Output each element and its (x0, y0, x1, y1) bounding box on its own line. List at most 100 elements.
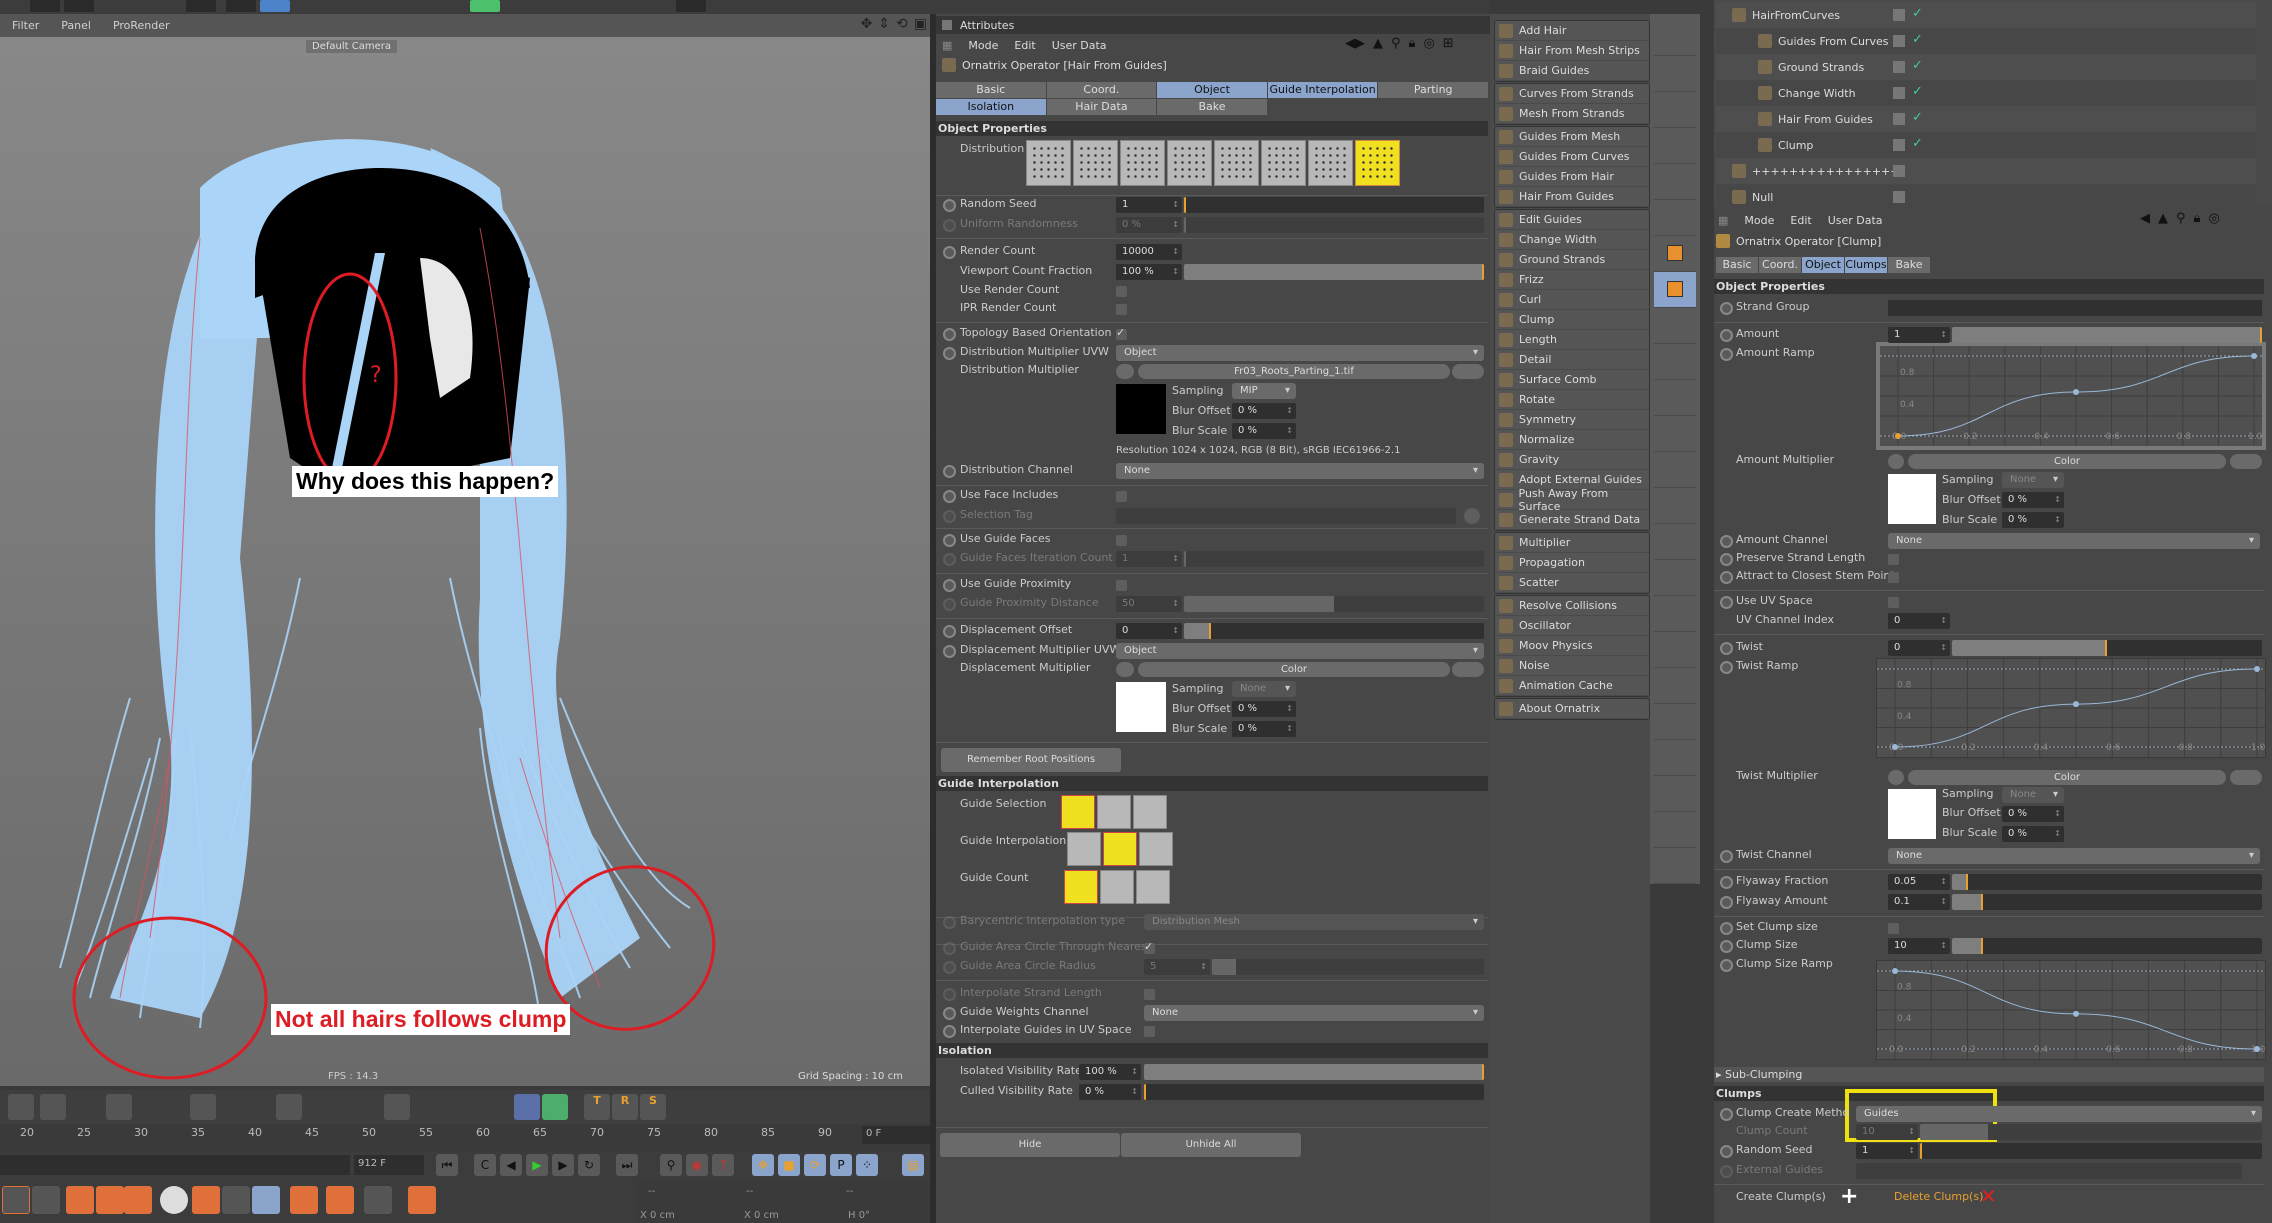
tab-parting[interactable]: Parting (1378, 82, 1488, 98)
area-circle-radius-slider[interactable] (1212, 959, 1484, 975)
viewport-count-slider[interactable] (1184, 264, 1484, 280)
cube-primitive-icon[interactable] (260, 0, 290, 12)
visibility-toggle[interactable] (1893, 61, 1905, 73)
animate-radio[interactable] (1720, 348, 1733, 361)
animate-radio[interactable] (1720, 1165, 1733, 1178)
guide-proximity-distance-slider[interactable] (1184, 596, 1484, 612)
ramp-knot[interactable] (1895, 433, 1901, 439)
palette-tool-icon[interactable] (1654, 740, 1696, 776)
menu-item[interactable]: Hair From Mesh Strips (1495, 41, 1649, 61)
ramp-knot[interactable] (2073, 389, 2079, 395)
animate-radio[interactable] (943, 328, 956, 341)
guide-weights-dropdown[interactable]: None (1144, 1005, 1484, 1021)
twist-field[interactable]: 0 (1888, 640, 1950, 656)
flyaway-amount-slider[interactable] (1952, 894, 2262, 910)
sampling-dropdown[interactable]: MIP (1232, 383, 1296, 399)
animate-radio[interactable] (943, 1007, 956, 1020)
next-frame-button[interactable]: ▶ (552, 1154, 574, 1176)
distribution-uniform[interactable] (1026, 140, 1071, 186)
blue-triangle-icon[interactable] (514, 1094, 540, 1120)
tab-coord[interactable]: Coord. (1759, 257, 1801, 273)
palette-tool-icon[interactable] (1654, 92, 1696, 128)
delete-clumps-button[interactable]: ✕ (1980, 1184, 2010, 1214)
animate-radio[interactable] (943, 347, 956, 360)
strand-group-field[interactable] (1888, 300, 2262, 316)
add-material-icon[interactable] (192, 1186, 220, 1214)
goto-end-button[interactable]: ⏭ (616, 1154, 638, 1176)
menu-item[interactable]: Normalize (1495, 430, 1649, 450)
next-key-button[interactable]: ↻ (578, 1154, 600, 1176)
animate-radio[interactable] (943, 625, 956, 638)
menu-item[interactable]: Detail (1495, 350, 1649, 370)
target-icon[interactable]: ◎ (2208, 211, 2219, 226)
sampling-dropdown[interactable]: None (1232, 681, 1296, 697)
twist-channel-dropdown[interactable]: None (1888, 848, 2260, 864)
menu-edit[interactable]: Edit (1790, 214, 1811, 227)
select-grid-icon[interactable] (276, 1094, 302, 1120)
visibility-toggle[interactable] (1893, 113, 1905, 125)
hide-button[interactable]: Hide (940, 1133, 1120, 1157)
move-tool-icon[interactable] (30, 0, 60, 12)
arrow-tool-icon[interactable] (676, 0, 706, 12)
distribution-random-area[interactable] (1120, 140, 1165, 186)
shader-browse-button[interactable] (1452, 662, 1484, 677)
back-arrow-icon[interactable]: ◀▶ (1345, 36, 1365, 51)
use-guide-faces-checkbox[interactable] (1116, 535, 1127, 546)
menu-item[interactable]: Multiplier (1495, 533, 1649, 553)
animate-radio[interactable] (1720, 1108, 1733, 1121)
use-render-count-checkbox[interactable] (1116, 286, 1127, 297)
palette-tool-icon[interactable] (1654, 20, 1696, 56)
key-position-button[interactable]: ✥ (752, 1154, 774, 1176)
animate-radio[interactable] (1720, 896, 1733, 909)
guide-selection-area[interactable] (1133, 795, 1167, 829)
menu-edit[interactable]: Edit (1014, 39, 1035, 52)
shader-options-button[interactable] (1116, 364, 1134, 379)
frame-range-slider[interactable] (0, 1155, 350, 1175)
menu-item[interactable]: Curl (1495, 290, 1649, 310)
sort-az-icon[interactable] (124, 1186, 152, 1214)
external-guides-field[interactable] (1856, 1163, 2242, 1179)
ramp-knot[interactable] (2073, 1010, 2079, 1017)
amount-mult-color-button[interactable]: Color (1908, 454, 2226, 469)
guide-faces-iter-slider[interactable] (1184, 551, 1484, 567)
animate-radio[interactable] (943, 942, 956, 955)
prev-key-button[interactable]: C (474, 1154, 496, 1176)
palette-tool-icon[interactable] (1654, 200, 1696, 236)
menu-item[interactable]: Push Away From Surface (1495, 487, 1649, 513)
coord-h-field[interactable]: H 0° (848, 1210, 870, 1221)
displacement-offset-slider[interactable] (1184, 623, 1484, 639)
twist-ramp-editor[interactable]: 0.00.20.40.60.81.00.80.4 (1876, 649, 2266, 758)
menu-item[interactable]: Guides From Hair (1495, 167, 1649, 187)
pan-icon[interactable]: ✥ (861, 16, 873, 32)
palette-tool-icon[interactable] (1654, 776, 1696, 812)
blur-scale-field[interactable]: 0 % (2002, 512, 2064, 528)
menu-item[interactable]: Propagation (1495, 553, 1649, 573)
amount-slider[interactable] (1952, 327, 2262, 343)
blur-scale-field[interactable]: 0 % (1232, 721, 1296, 737)
trs-tool-icon[interactable]: T (584, 1094, 610, 1120)
texture-icon[interactable] (408, 1186, 436, 1214)
render-picture-icon[interactable] (226, 0, 256, 12)
palette-tool-icon[interactable] (1654, 632, 1696, 668)
green-triangle-icon[interactable] (542, 1094, 568, 1120)
menu-panel[interactable]: Panel (61, 19, 91, 32)
rotate-r-icon[interactable]: R (612, 1094, 638, 1120)
clump-create-method-dropdown[interactable]: Guides (1856, 1106, 2262, 1122)
palette-tool-icon[interactable] (1654, 416, 1696, 452)
isolated-vis-rate-slider[interactable] (1144, 1064, 1484, 1080)
use-guide-proximity-checkbox[interactable] (1116, 580, 1127, 591)
up-arrow-icon[interactable]: ▲ (1373, 36, 1383, 51)
menu-filter[interactable]: Filter (12, 19, 39, 32)
material-icon[interactable] (2, 1186, 30, 1214)
visibility-toggle[interactable] (1893, 87, 1905, 99)
animate-radio[interactable] (1720, 959, 1733, 972)
use-face-includes-checkbox[interactable] (1116, 491, 1127, 502)
palette-tool-icon[interactable] (1654, 596, 1696, 632)
palette-tool-icon[interactable] (1654, 164, 1696, 200)
displacement-offset-field[interactable]: 0 (1116, 623, 1182, 639)
distribution-vertex[interactable] (1214, 140, 1259, 186)
enabled-check-icon[interactable]: ✓ (1912, 58, 1923, 73)
animate-radio[interactable] (1720, 661, 1733, 674)
animate-radio[interactable] (943, 219, 956, 232)
animate-radio[interactable] (1720, 535, 1733, 548)
